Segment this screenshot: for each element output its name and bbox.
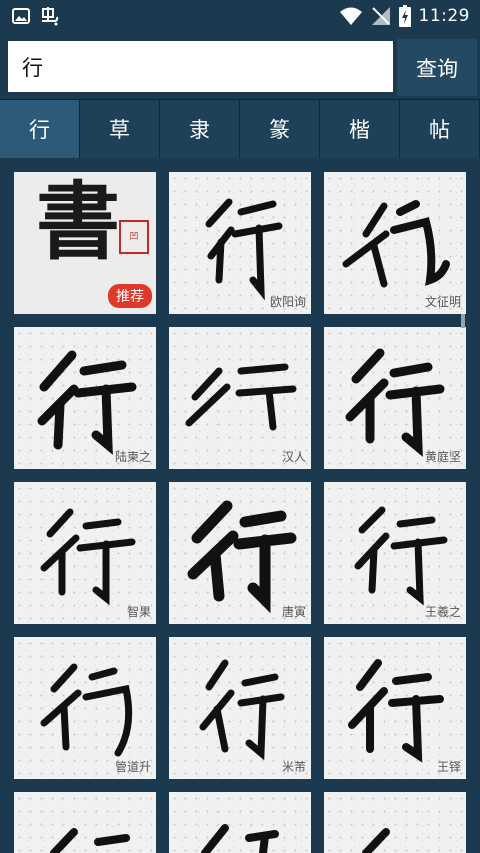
calligraphy-card[interactable]: 陆柬之 bbox=[14, 327, 156, 469]
recommend-badge: 推荐 bbox=[108, 284, 152, 308]
author-label: 欧阳询 bbox=[269, 295, 306, 309]
calligraphy-card[interactable]: 王铎 bbox=[324, 637, 466, 779]
author-label: 王羲之 bbox=[424, 605, 461, 619]
calligraphy-glyph bbox=[201, 824, 279, 853]
calligraphy-card[interactable]: 欧阳询 bbox=[169, 172, 311, 314]
calligraphy-card[interactable]: 汉人 bbox=[169, 327, 311, 469]
tab-li[interactable]: 隶 bbox=[160, 100, 240, 158]
app-bug-icon bbox=[42, 7, 59, 26]
calligraphy-card[interactable] bbox=[14, 792, 156, 853]
calligraphy-card[interactable]: 王羲之 bbox=[324, 482, 466, 624]
calligraphy-card[interactable] bbox=[169, 792, 311, 853]
author-label: 智果 bbox=[126, 605, 151, 619]
calligraphy-card[interactable]: 米芾 bbox=[169, 637, 311, 779]
calligraphy-glyph bbox=[362, 828, 390, 853]
status-bar: 11:29 bbox=[0, 0, 480, 33]
no-signal-icon bbox=[371, 7, 390, 25]
tab-xing[interactable]: 行 bbox=[0, 100, 80, 158]
tab-kai[interactable]: 楷 bbox=[320, 100, 400, 158]
author-label: 唐寅 bbox=[281, 605, 306, 619]
script-style-tabs: 行 草 隶 篆 楷 帖 bbox=[0, 99, 480, 160]
search-input[interactable] bbox=[8, 41, 393, 92]
tab-cao[interactable]: 草 bbox=[80, 100, 160, 158]
wifi-icon bbox=[339, 7, 362, 25]
author-label: 汉人 bbox=[281, 450, 306, 464]
tab-tie[interactable]: 帖 bbox=[400, 100, 480, 158]
battery-icon bbox=[398, 5, 411, 27]
image-icon bbox=[12, 8, 30, 24]
calligraphy-card[interactable] bbox=[324, 792, 466, 853]
calligraphy-glyph bbox=[50, 828, 130, 853]
calligraphy-card[interactable]: 文征明 bbox=[324, 172, 466, 314]
query-button[interactable]: 查询 bbox=[397, 39, 477, 96]
author-label: 文征明 bbox=[424, 295, 461, 309]
status-clock: 11:29 bbox=[418, 6, 470, 26]
author-label: 米芾 bbox=[281, 760, 306, 774]
seal-stamp: 凹 bbox=[119, 220, 149, 254]
calligraphy-card[interactable]: 管道升 bbox=[14, 637, 156, 779]
author-label: 黄庭坚 bbox=[424, 450, 461, 464]
calligraphy-card[interactable]: 智果 bbox=[14, 482, 156, 624]
featured-glyph: 書 bbox=[36, 172, 121, 271]
tab-zhuan[interactable]: 篆 bbox=[240, 100, 320, 158]
scrollbar-thumb[interactable] bbox=[461, 314, 465, 328]
author-label: 管道升 bbox=[114, 760, 151, 774]
author-label: 王铎 bbox=[436, 760, 461, 774]
author-label: 陆柬之 bbox=[114, 450, 151, 464]
search-bar: 查询 bbox=[0, 33, 480, 97]
calligraphy-card[interactable]: 唐寅 bbox=[169, 482, 311, 624]
calligraphy-card[interactable]: 黄庭坚 bbox=[324, 327, 466, 469]
featured-card[interactable]: 書 凹 推荐 bbox=[14, 172, 156, 314]
